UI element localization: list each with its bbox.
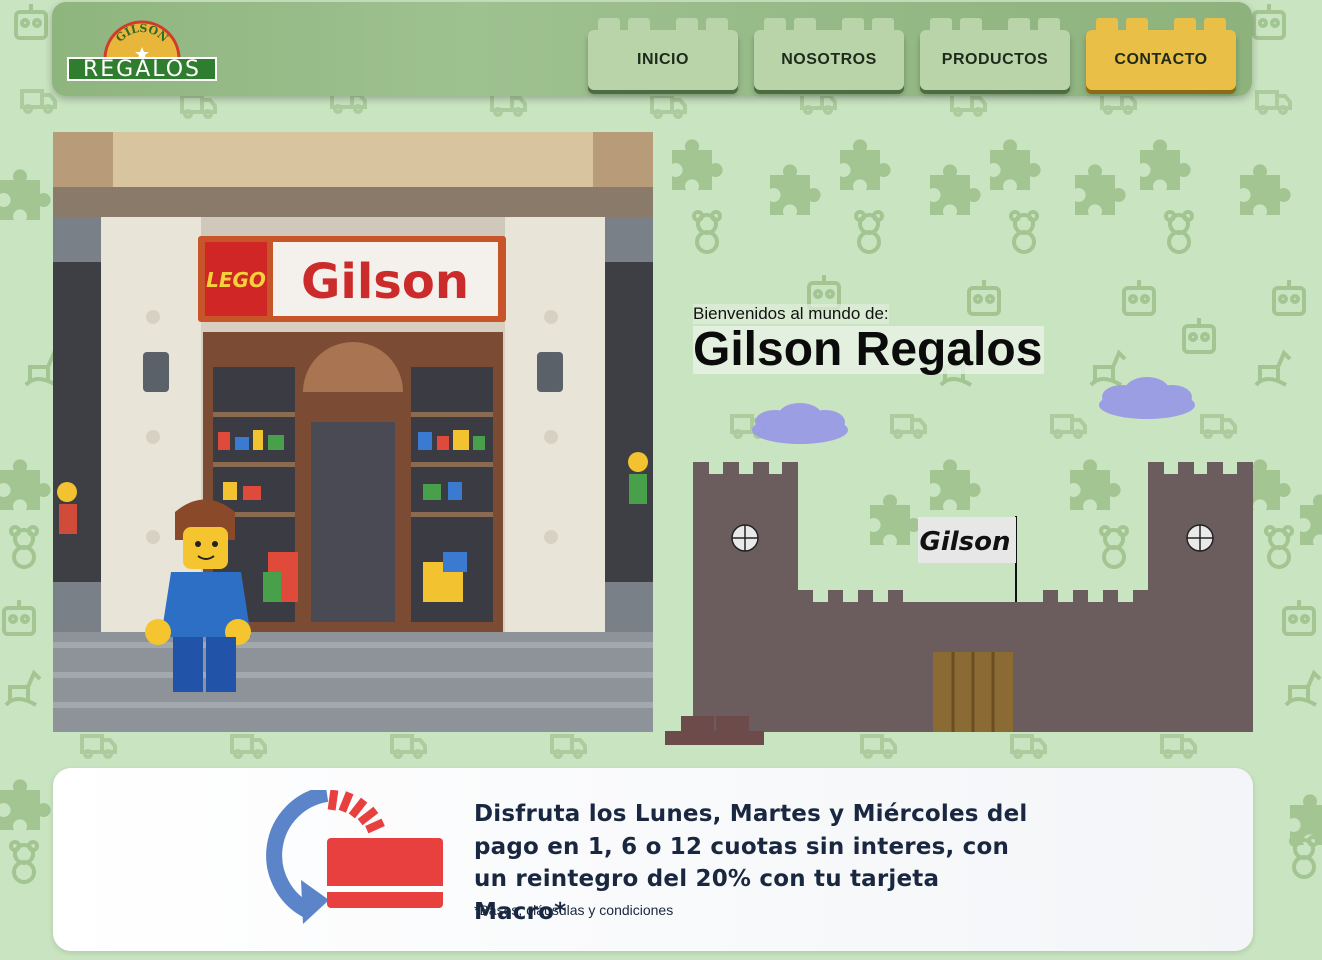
welcome-text: Bienvenidos al mundo de: xyxy=(693,304,889,324)
nav-contacto-label: CONTACTO xyxy=(1114,51,1208,68)
nav-inicio-label: INICIO xyxy=(637,51,689,68)
logo-wordmark: REGALOS xyxy=(67,57,217,81)
promo-terms-link[interactable]: *Bases, cláusulas y condiciones xyxy=(474,902,673,918)
nav-productos-button[interactable]: PRODUCTOS xyxy=(920,18,1070,90)
gilson-regalos-logo[interactable]: GILSON REGALOS xyxy=(67,19,217,83)
castle-door xyxy=(933,652,1013,732)
nav-inicio-button[interactable]: INICIO xyxy=(588,18,738,90)
nav-nosotros-button[interactable]: NOSOTROS xyxy=(754,18,904,90)
cloud-left xyxy=(752,403,848,444)
nav-productos-label: PRODUCTOS xyxy=(941,51,1049,68)
cloud-right xyxy=(1099,377,1195,419)
castle-illustration: Gilson xyxy=(665,377,1253,745)
nav-nosotros-label: NOSOTROS xyxy=(781,51,877,68)
store-lego-logo: LEGO xyxy=(206,268,266,292)
promo-banner[interactable]: Disfruta los Lunes, Martes y Miércoles d… xyxy=(53,768,1253,951)
page-title: Gilson Regalos xyxy=(693,323,1045,376)
main-nav: INICIO NOSOTROS PRODUCTOS CONTACTO xyxy=(588,18,1236,90)
site-header: GILSON REGALOS INICIO NOSOTROS PRODUCTOS… xyxy=(52,2,1252,96)
card-installments-icon xyxy=(266,790,443,924)
castle-window-right xyxy=(1186,524,1214,552)
nav-contacto-button[interactable]: CONTACTO xyxy=(1086,18,1236,90)
castle-flag-label: Gilson xyxy=(919,527,1010,557)
castle-window-left xyxy=(731,524,759,552)
lego-store-photo: LEGO Gilson xyxy=(53,132,653,732)
store-sign-text: Gilson xyxy=(301,254,469,310)
